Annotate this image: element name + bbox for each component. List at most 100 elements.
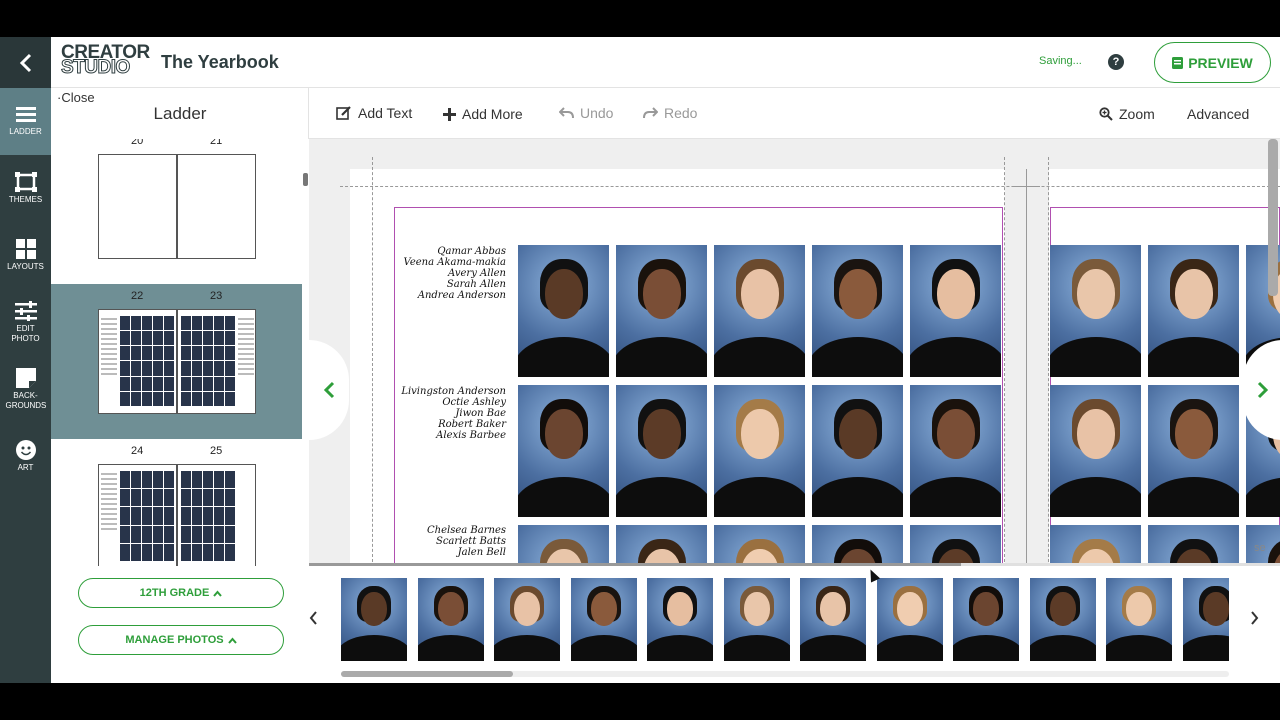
add-more-label: Add More [462,106,523,122]
portrait-body [616,337,707,377]
help-icon[interactable]: ? [1108,54,1124,70]
student-portrait[interactable] [812,245,903,377]
page-thumbnail [98,309,177,414]
student-portrait[interactable] [1148,245,1239,377]
portrait-body [910,337,1001,377]
ladder-scrollbar[interactable] [303,173,308,186]
portrait-face [544,409,583,459]
rail-item-edit-photo[interactable]: EDIT PHOTO [0,289,51,356]
tray-scrollbar[interactable] [341,671,1229,677]
advanced-label: Advanced [1187,106,1250,122]
student-portrait[interactable] [1106,578,1172,661]
page-number: 21 [210,139,223,147]
rail-item-ladder[interactable]: LADDER [0,88,51,155]
spread-24-25[interactable]: 24 25 [51,439,302,566]
spread-20-21[interactable]: 20 21 [51,139,302,284]
add-text-button[interactable]: Add Text [336,105,412,121]
spread-canvas[interactable]: Qamar Abbas Veena Akama-makia Avery Alle… [309,139,1280,566]
canvas-vertical-scrollbar[interactable] [1266,139,1280,566]
redo-label: Redo [664,105,698,121]
portrait-body [812,477,903,517]
close-ladder-link[interactable]: ·Close [57,90,95,105]
student-portrait[interactable] [714,385,805,517]
student-portrait[interactable] [616,245,707,377]
page-number: 24 [131,445,144,457]
zoom-button[interactable]: Zoom [1099,106,1155,122]
photo-strip[interactable] [341,578,1229,661]
student-portrait[interactable] [714,525,805,566]
rail-item-themes[interactable]: THEMES [0,155,51,222]
undo-button[interactable]: Undo [559,105,613,121]
student-portrait[interactable] [714,245,805,377]
portrait-body [494,635,560,661]
tray-next-button[interactable] [1250,609,1259,630]
add-more-button[interactable]: Add More [443,106,523,122]
names-block[interactable]: Livingston Anderson Octie Ashley Jiwon B… [393,386,506,441]
rail-item-backgrounds[interactable]: BACK-GROUNDS [0,356,51,423]
student-portrait[interactable] [341,578,407,661]
student-portrait[interactable] [616,385,707,517]
redo-button[interactable]: Redo [643,105,697,121]
manage-photos-button[interactable]: MANAGE PHOTOS [78,625,284,655]
student-portrait[interactable] [1050,525,1141,566]
rail-item-art[interactable]: ART [0,423,51,490]
student-portrait[interactable] [518,525,609,566]
back-button[interactable] [0,37,51,88]
student-portrait[interactable] [876,578,943,661]
creator-studio-logo: CREATOR STUDIO [61,43,151,78]
student-portrait[interactable] [812,385,903,517]
scrollbar-thumb[interactable] [341,671,513,677]
student-portrait[interactable] [494,578,560,661]
advanced-button[interactable]: Advanced [1187,106,1249,122]
student-name: Alexis Barbee [436,430,506,441]
student-portrait[interactable] [953,578,1019,661]
student-portrait[interactable] [647,578,713,661]
portrait-face [437,592,464,626]
student-portrait[interactable] [1029,578,1096,661]
student-portrait[interactable] [1148,385,1239,517]
student-portrait[interactable] [812,525,903,566]
student-name: Avery Allen [448,268,506,279]
student-portrait[interactable] [910,245,1001,377]
add-text-label: Add Text [358,105,413,121]
ladder-spread-list[interactable]: 20 21 22 23 24 25 [51,139,309,566]
margin-guide [1048,157,1049,566]
portrait-body [417,635,484,661]
student-portrait[interactable] [518,385,609,517]
student-name: Veena Akama-makia [403,257,506,268]
zoom-label: Zoom [1119,106,1155,122]
student-portrait[interactable] [570,578,637,661]
ladder-panel: ·Close Ladder 20 21 22 23 24 25 [51,88,309,566]
names-block[interactable]: Chelsea Barnes Scarlett Batts Jalen Bell [393,525,506,558]
page-number: 22 [131,290,144,302]
portrait-body [570,635,637,661]
student-portrait[interactable] [518,245,609,377]
student-portrait[interactable] [800,578,866,661]
portrait-face [1202,592,1229,626]
student-portrait[interactable] [910,525,1001,566]
student-name: Qamar Abbas [437,246,506,257]
student-portrait[interactable] [616,525,707,566]
student-portrait[interactable] [1050,245,1141,377]
scrollbar-thumb[interactable] [1268,139,1278,296]
portrait-face [1049,592,1076,626]
student-portrait[interactable] [910,385,1001,517]
prev-spread-button[interactable] [309,340,349,440]
preview-button[interactable]: PREVIEW [1154,42,1271,83]
names-block[interactable]: Qamar Abbas Veena Akama-makia Avery Alle… [393,246,506,301]
edge-text: se [1254,542,1266,554]
portrait-face [743,592,770,626]
student-portrait[interactable] [723,578,790,661]
student-portrait[interactable] [1050,385,1141,517]
tray-prev-button[interactable] [309,609,318,630]
student-portrait[interactable] [1182,578,1229,661]
student-name: Scarlett Batts [435,536,506,547]
student-portrait[interactable] [417,578,484,661]
rail-item-layouts[interactable]: LAYOUTS [0,222,51,289]
preview-label: PREVIEW [1188,54,1253,71]
spread-22-23[interactable]: 22 23 [51,284,302,439]
portrait-body [910,477,1001,517]
portrait-body [518,337,609,377]
grade-dropdown[interactable]: 12TH GRADE [78,578,284,608]
student-portrait[interactable] [1148,525,1239,566]
